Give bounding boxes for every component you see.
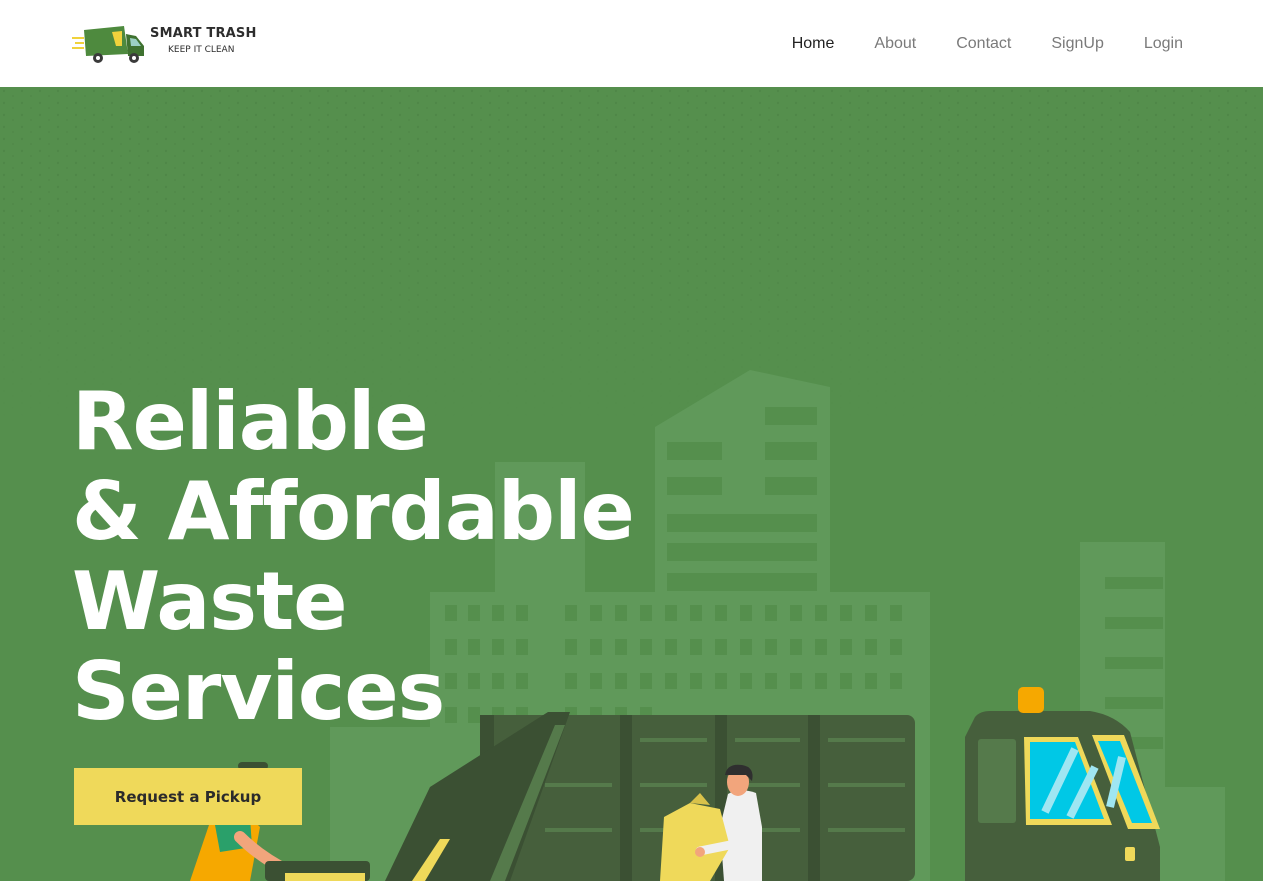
request-pickup-button[interactable]: Request a Pickup [74,768,302,825]
nav-link-login[interactable]: Login [1144,32,1183,56]
hero-section: Reliable & Affordable Waste Services Req… [0,87,1263,881]
hero-headline-line: Reliable [72,375,429,468]
nav-link-home[interactable]: Home [792,32,835,56]
brand-tagline: KEEP IT CLEAN [168,45,235,55]
nav-link-about[interactable]: About [874,32,916,56]
main-nav: Home About Contact SignUp Login [752,32,1183,56]
top-navbar: SMART TRASH KEEP IT CLEAN Home About Con… [0,0,1263,87]
hero-headline-line: Services [72,645,445,738]
hero-headline: Reliable & Affordable Waste Services [72,375,635,738]
nav-link-contact[interactable]: Contact [956,32,1011,56]
brand-logo[interactable]: SMART TRASH KEEP IT CLEAN [72,20,262,64]
hero-headline-line: & Affordable [72,465,635,558]
hero-headline-line: Waste [72,555,347,648]
garbage-truck-logo-icon [72,26,144,63]
nav-link-signup[interactable]: SignUp [1051,32,1103,56]
brand-title: SMART TRASH [150,26,257,41]
